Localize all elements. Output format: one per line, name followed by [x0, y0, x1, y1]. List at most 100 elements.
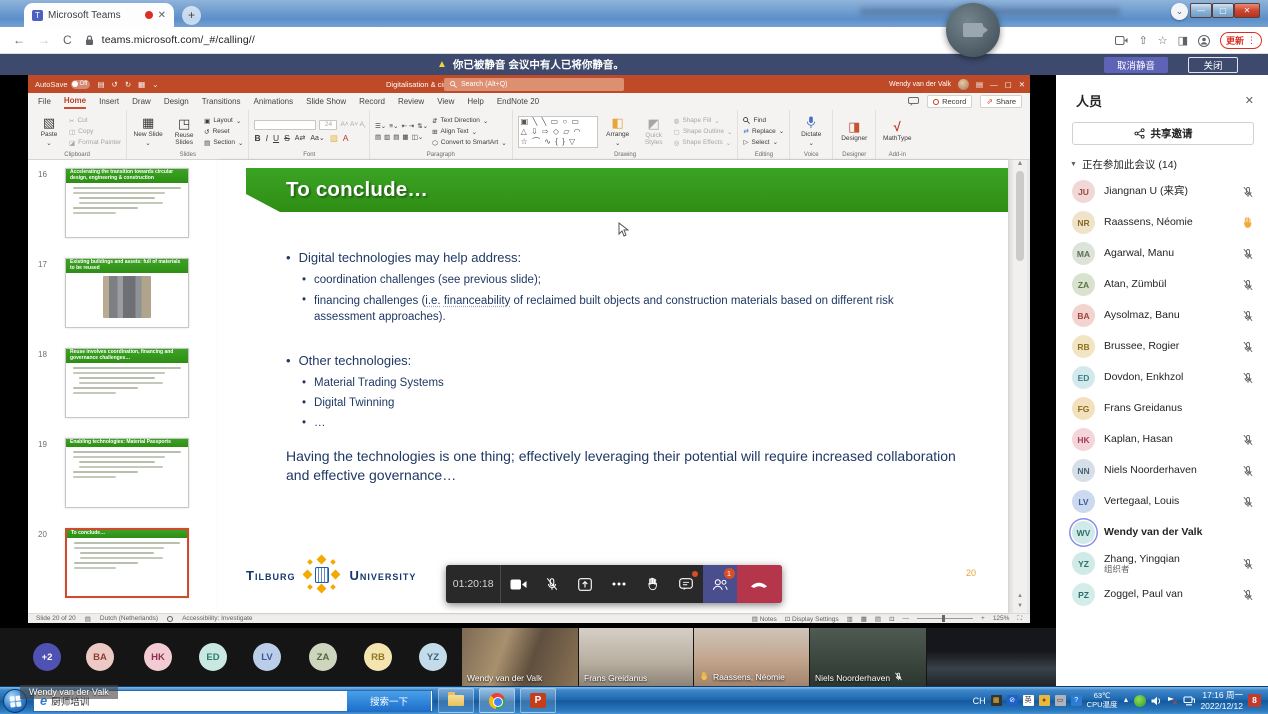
slide-thumbnail[interactable]: Enabling technologies: Material Passport…: [65, 438, 189, 508]
ppt-close-icon[interactable]: ✕: [1019, 80, 1025, 89]
text-direction-button[interactable]: ⇵Text Direction⌄: [432, 117, 507, 125]
zoom-out-icon[interactable]: —: [903, 615, 910, 622]
ribbon-tab[interactable]: Review: [398, 95, 424, 108]
update-button[interactable]: 更新⋮: [1220, 32, 1262, 49]
format-painter-button[interactable]: ◪Format Painter: [69, 139, 121, 147]
camera-icon[interactable]: [1115, 36, 1128, 45]
cut-button[interactable]: ✂Cut: [69, 117, 121, 125]
align-text-button[interactable]: ⊞Align Text⌄: [432, 128, 507, 136]
participant-row[interactable]: YZ Zhang, Yingqian 组织者: [1056, 548, 1268, 579]
undo-icon[interactable]: ↺: [112, 80, 118, 89]
bullets-icon[interactable]: ☰⌄: [375, 122, 386, 130]
new-slide-button[interactable]: ▦New Slide⌄: [132, 116, 164, 147]
font-size-combo[interactable]: 24: [319, 120, 337, 130]
bookmark-star-icon[interactable]: ☆: [1158, 34, 1168, 47]
share-icon[interactable]: ⇧: [1138, 34, 1147, 47]
participant-bubble[interactable]: ED: [199, 643, 227, 671]
ribbon-tab[interactable]: Draw: [132, 95, 151, 108]
participant-row[interactable]: BA Aysolmaz, Banu: [1056, 300, 1268, 331]
font-color-button[interactable]: A: [343, 133, 349, 143]
section-button[interactable]: ▤Section⌄: [204, 139, 243, 147]
video-tile[interactable]: Raassens, Néomie: [694, 628, 809, 686]
find-button[interactable]: Find: [743, 117, 784, 124]
chevron-down-icon[interactable]: ⌄: [1171, 3, 1188, 20]
ribbon-tab[interactable]: Help: [467, 95, 483, 108]
webcam-overlay[interactable]: [946, 3, 1000, 57]
justify-icon[interactable]: ▦: [402, 133, 408, 141]
redo-icon[interactable]: ↻: [125, 80, 131, 89]
participant-row[interactable]: MA Agarwal, Manu: [1056, 238, 1268, 269]
cpu-temperature[interactable]: 63℃CPU温度: [1087, 692, 1118, 709]
refresh-icon[interactable]: C: [63, 33, 72, 47]
side-panel-icon[interactable]: ◨: [1178, 34, 1188, 47]
chrome-button[interactable]: [479, 688, 515, 713]
volume-icon[interactable]: [1151, 696, 1162, 706]
hang-up-button[interactable]: [737, 565, 782, 603]
ribbon-tab[interactable]: Design: [164, 95, 189, 108]
paste-button[interactable]: ▧Paste⌄: [33, 116, 65, 147]
participant-bubble[interactable]: HK: [144, 643, 172, 671]
video-tile[interactable]: Wendy van der Valk: [462, 628, 578, 686]
participant-bubble[interactable]: ZA: [309, 643, 337, 671]
previous-slide-icon[interactable]: ▲: [1017, 593, 1023, 599]
autosave-toggle[interactable]: Off: [71, 80, 91, 89]
align-center-icon[interactable]: ▥: [384, 133, 390, 141]
shape-outline-button[interactable]: ▢Shape Outline⌄: [674, 128, 733, 136]
action-center-badge[interactable]: 8: [1248, 694, 1261, 707]
titlebar-more-icon[interactable]: ⌄: [152, 80, 158, 89]
slide-thumbnail[interactable]: Reuse involves coordination, financing a…: [65, 348, 189, 418]
copy-button[interactable]: ◫Copy: [69, 128, 121, 136]
back-icon[interactable]: ←: [13, 33, 25, 47]
video-tile[interactable]: [927, 628, 1056, 686]
tray-expand-icon[interactable]: ▲: [1123, 697, 1130, 704]
forward-icon[interactable]: →: [38, 33, 50, 47]
ppt-restore-icon[interactable]: ▢: [1005, 80, 1012, 89]
ribbon-tab[interactable]: Animations: [254, 95, 294, 108]
new-tab-button[interactable]: +: [182, 6, 201, 25]
reset-button[interactable]: ↺Reset: [204, 128, 243, 136]
participant-row[interactable]: NR Raassens, Néomie: [1056, 207, 1268, 238]
participant-row[interactable]: FG Frans Greidanus: [1056, 393, 1268, 424]
align-right-icon[interactable]: ▤: [393, 133, 399, 141]
file-explorer-button[interactable]: [438, 688, 474, 713]
next-slide-icon[interactable]: ▼: [1017, 603, 1023, 609]
underline-button[interactable]: U: [273, 133, 279, 143]
notes-toggle[interactable]: ▤ Notes: [752, 615, 777, 623]
slide-thumbnail[interactable]: Accelerating the transition towards circ…: [65, 168, 189, 238]
character-spacing-button[interactable]: A⇄: [295, 134, 306, 142]
participant-row[interactable]: HK Kaplan, Hasan: [1056, 424, 1268, 455]
save-icon[interactable]: ▤: [97, 80, 104, 89]
slide-thumbnail[interactable]: Existing buildings and assets: full of m…: [65, 258, 189, 328]
ribbon-tab[interactable]: EndNote 20: [497, 95, 539, 108]
tray-icon[interactable]: ●: [1039, 695, 1050, 706]
view-sorter-icon[interactable]: ▦: [861, 615, 867, 623]
network-icon[interactable]: [1183, 696, 1195, 706]
people-button[interactable]: 1: [703, 565, 737, 603]
participant-bubble[interactable]: BA: [86, 643, 114, 671]
participant-bubble[interactable]: +2: [33, 643, 61, 671]
display-settings-toggle[interactable]: ⊡ Display Settings: [785, 615, 839, 623]
taskbar-search-button[interactable]: 搜索一下: [347, 691, 431, 711]
tray-icon[interactable]: ⊘: [1007, 695, 1018, 706]
participant-row[interactable]: ED Dovdon, Enkhzol: [1056, 362, 1268, 393]
unmute-button[interactable]: 取消静音: [1104, 57, 1168, 73]
change-case-button[interactable]: Aa⌄: [310, 134, 324, 142]
quick-styles-button[interactable]: ◩Quick Styles: [638, 117, 670, 146]
url-field[interactable]: teams.microsoft.com/_#/calling//: [102, 34, 255, 46]
align-left-icon[interactable]: ▤: [375, 133, 381, 141]
tray-icon[interactable]: ▭: [1055, 695, 1066, 706]
video-tile[interactable]: Frans Greidanus: [579, 628, 693, 686]
scroll-up-icon[interactable]: ▲: [1017, 160, 1024, 167]
bold-button[interactable]: B: [254, 133, 260, 143]
ribbon-tab[interactable]: Insert: [99, 95, 119, 108]
browser-tab[interactable]: T Microsoft Teams ✕: [24, 3, 174, 27]
record-button[interactable]: Record: [927, 95, 972, 108]
zoom-slider[interactable]: [917, 618, 973, 619]
numbering-icon[interactable]: ≡⌄: [389, 122, 398, 130]
slide-thumbnail[interactable]: To conclude…: [65, 528, 189, 598]
camera-button[interactable]: [501, 565, 535, 603]
participant-row[interactable]: PZ Zoggel, Paul van: [1056, 579, 1268, 610]
fit-slide-icon[interactable]: ⛶: [1017, 615, 1022, 623]
replace-button[interactable]: ⇄Replace⌄: [743, 127, 784, 135]
slideshow-icon[interactable]: ▦: [138, 80, 145, 89]
